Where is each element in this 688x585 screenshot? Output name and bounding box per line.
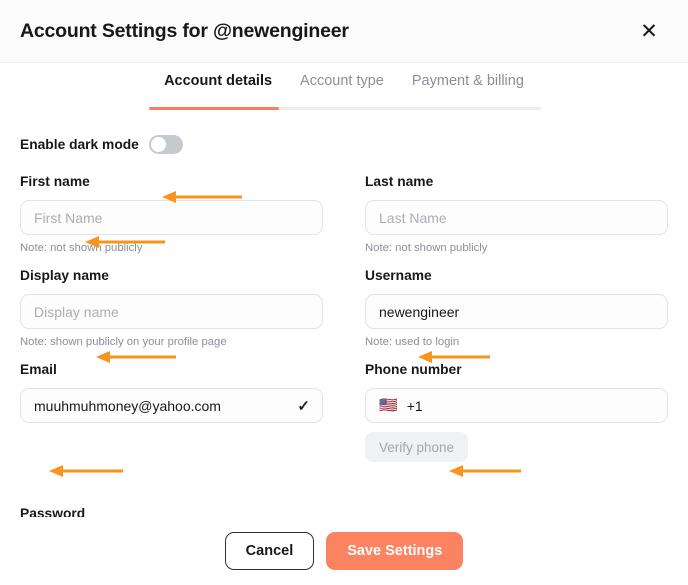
page-title: Account Settings for @newengineer bbox=[20, 20, 349, 43]
arrow-to-phone-number bbox=[449, 464, 521, 478]
tab-payment-billing[interactable]: Payment & billing bbox=[398, 73, 538, 98]
email-field: Email muuhmuhmoney@yahoo.com ✓ bbox=[20, 348, 323, 462]
first-name-input[interactable]: First Name bbox=[20, 200, 323, 235]
username-input[interactable]: newengineer bbox=[365, 294, 668, 329]
dark-mode-row: Enable dark mode bbox=[20, 110, 668, 160]
tab-bar: Account details Account type Payment & b… bbox=[0, 63, 688, 110]
save-settings-button[interactable]: Save Settings bbox=[326, 532, 463, 570]
display-name-label: Display name bbox=[20, 268, 323, 283]
tab-account-type[interactable]: Account type bbox=[286, 73, 398, 98]
username-field: Username newengineer Note: used to login bbox=[365, 254, 668, 348]
phone-number-label: Phone number bbox=[365, 362, 668, 377]
settings-form: Enable dark mode First name First Name N… bbox=[0, 110, 688, 517]
username-label: Username bbox=[365, 268, 668, 283]
display-name-input[interactable]: Display name bbox=[20, 294, 323, 329]
verify-phone-button[interactable]: Verify phone bbox=[365, 432, 468, 462]
last-name-input[interactable]: Last Name bbox=[365, 200, 668, 235]
password-label: Password bbox=[20, 506, 85, 517]
first-name-label: First name bbox=[20, 174, 323, 189]
dark-mode-label: Enable dark mode bbox=[20, 137, 139, 152]
first-name-field: First name First Name Note: not shown pu… bbox=[20, 160, 323, 254]
active-tab-underline bbox=[149, 107, 279, 110]
modal-header: Account Settings for @newengineer ✕ bbox=[0, 0, 688, 63]
tab-account-details[interactable]: Account details bbox=[150, 73, 286, 98]
us-flag-icon: 🇺🇸 bbox=[379, 398, 398, 413]
fields-grid: First name First Name Note: not shown pu… bbox=[20, 160, 668, 462]
email-label: Email bbox=[20, 362, 323, 377]
dark-mode-toggle[interactable] bbox=[149, 135, 183, 154]
phone-number-field: Phone number 🇺🇸 +1 Verify phone bbox=[365, 348, 668, 462]
cancel-button[interactable]: Cancel bbox=[225, 532, 315, 570]
display-name-note: Note: shown publicly on your profile pag… bbox=[20, 336, 323, 348]
close-icon[interactable]: ✕ bbox=[632, 14, 666, 48]
account-settings-modal: Account Settings for @newengineer ✕ Acco… bbox=[0, 0, 688, 585]
last-name-label: Last name bbox=[365, 174, 668, 189]
toggle-knob bbox=[151, 137, 166, 152]
phone-dial-code: +1 bbox=[407, 398, 423, 414]
checkmark-icon: ✓ bbox=[297, 397, 310, 415]
first-name-note: Note: not shown publicly bbox=[20, 242, 323, 254]
email-input[interactable]: muuhmuhmoney@yahoo.com bbox=[20, 388, 323, 423]
display-name-field: Display name Display name Note: shown pu… bbox=[20, 254, 323, 348]
last-name-note: Note: not shown publicly bbox=[365, 242, 668, 254]
username-note: Note: used to login bbox=[365, 336, 668, 348]
last-name-field: Last name Last Name Note: not shown publ… bbox=[365, 160, 668, 254]
arrow-to-email bbox=[49, 464, 123, 478]
modal-footer: Cancel Save Settings bbox=[0, 517, 688, 585]
phone-number-input[interactable]: 🇺🇸 +1 bbox=[365, 388, 668, 423]
